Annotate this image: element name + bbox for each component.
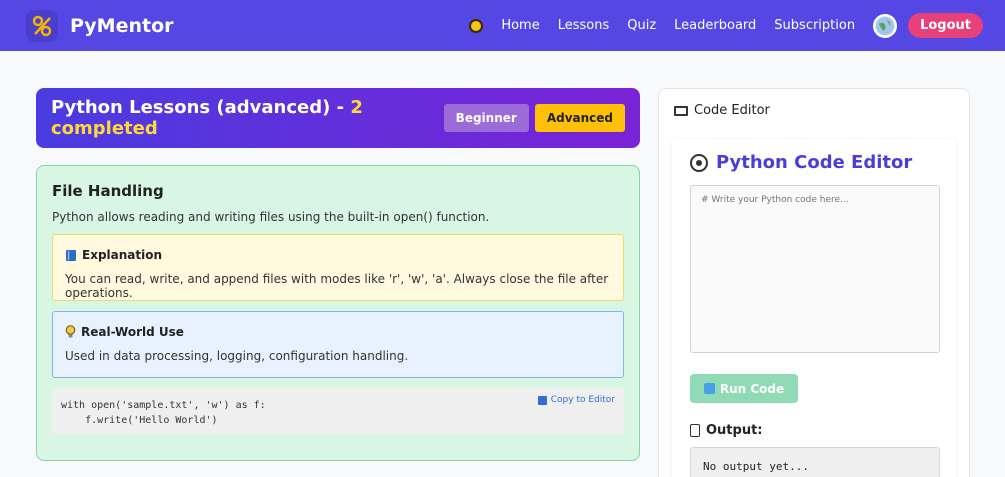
lessons-title: Python Lessons (advanced) - 2 completed bbox=[51, 97, 444, 139]
run-code-button[interactable]: Run Code bbox=[690, 374, 798, 403]
copy-label: Copy to Editor bbox=[550, 395, 615, 405]
code-input[interactable] bbox=[690, 185, 940, 353]
explanation-heading: Explanation bbox=[82, 248, 163, 262]
nav-link-home[interactable]: Home bbox=[501, 18, 539, 33]
editor-card: Python Code Editor Run Code Output: No o… bbox=[672, 139, 956, 477]
output-box: No output yet... bbox=[690, 447, 940, 477]
theme-toggle-icon[interactable] bbox=[469, 18, 484, 33]
play-icon bbox=[703, 383, 715, 394]
brand-name: PyMentor bbox=[70, 14, 174, 37]
python-logo-icon bbox=[26, 9, 58, 42]
lessons-header: Python Lessons (advanced) - 2 completed … bbox=[36, 88, 640, 148]
download-icon bbox=[537, 395, 547, 405]
code-editor-panel: Code Editor Python Code Editor Run Code … bbox=[658, 88, 970, 477]
advanced-button[interactable]: Advanced bbox=[534, 104, 625, 132]
gear-icon bbox=[690, 153, 708, 172]
book-icon bbox=[66, 249, 76, 261]
nav-link-subscription[interactable]: Subscription bbox=[774, 18, 855, 33]
lesson-card: File Handling Python allows reading and … bbox=[36, 165, 640, 461]
logout-button[interactable]: Logout bbox=[908, 13, 983, 38]
copy-to-editor-button[interactable]: Copy to Editor bbox=[537, 395, 615, 405]
code-example: with open('sample.txt', 'w') as f: f.wri… bbox=[52, 388, 624, 434]
output-heading: Output: bbox=[706, 423, 763, 438]
lesson-description: Python allows reading and writing files … bbox=[52, 210, 490, 224]
navbar: PyMentor Home Lessons Quiz Leaderboard S… bbox=[0, 0, 1005, 51]
beginner-button[interactable]: Beginner bbox=[443, 104, 529, 132]
lightbulb-icon bbox=[65, 325, 76, 338]
nav-link-leaderboard[interactable]: Leaderboard bbox=[674, 18, 756, 33]
lessons-title-text: Python Lessons (advanced) - bbox=[51, 97, 351, 118]
realworld-text: Used in data processing, logging, config… bbox=[65, 349, 409, 363]
nav-link-lessons[interactable]: Lessons bbox=[558, 18, 610, 33]
scroll-icon bbox=[690, 424, 700, 437]
editor-title: Python Code Editor bbox=[716, 152, 913, 173]
code-line: with open('sample.txt', 'w') as f: bbox=[61, 400, 266, 411]
avatar[interactable] bbox=[873, 13, 898, 38]
explanation-text: You can read, write, and append files wi… bbox=[65, 272, 609, 300]
level-selector: Beginner Advanced bbox=[443, 104, 625, 132]
globe-icon bbox=[876, 16, 895, 35]
laptop-icon bbox=[674, 105, 688, 116]
panel-title: Code Editor bbox=[694, 103, 770, 118]
run-label: Run Code bbox=[719, 381, 785, 396]
explanation-box: Explanation You can read, write, and app… bbox=[52, 234, 624, 301]
realworld-box: Real-World Use Used in data processing, … bbox=[52, 311, 624, 378]
realworld-heading: Real-World Use bbox=[81, 325, 184, 339]
code-line: f.write('Hello World') bbox=[61, 415, 218, 426]
nav-link-quiz[interactable]: Quiz bbox=[627, 18, 656, 33]
brand[interactable]: PyMentor bbox=[26, 9, 174, 42]
lesson-title: File Handling bbox=[52, 182, 164, 200]
